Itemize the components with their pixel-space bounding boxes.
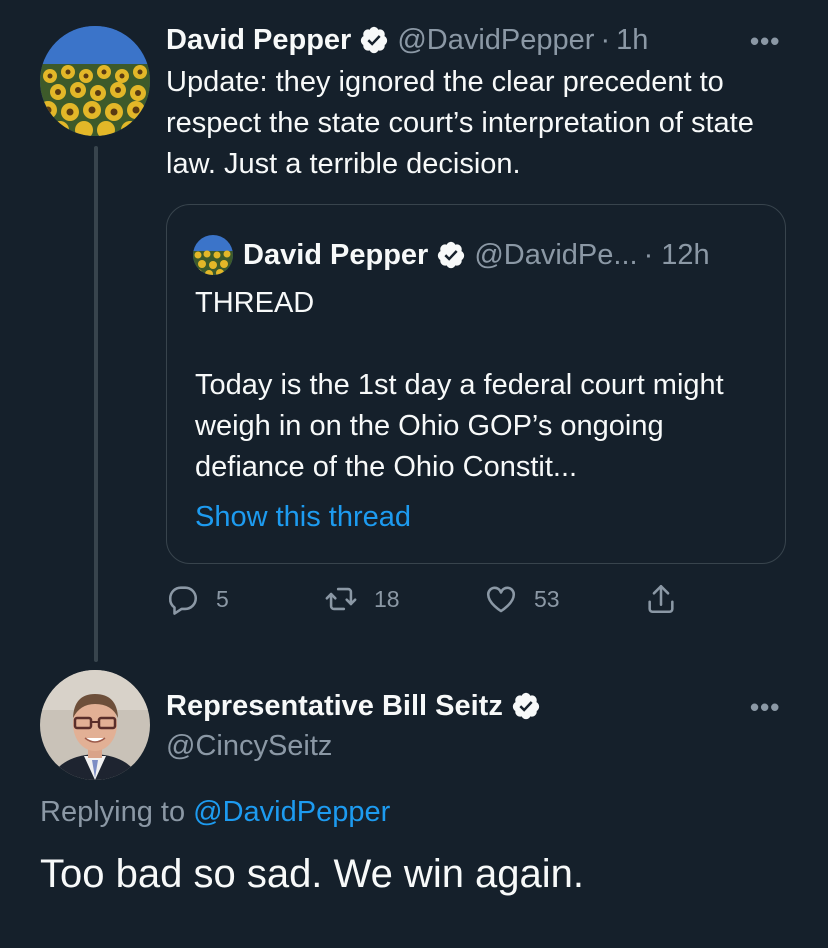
tweet-action-bar: 5 18 53 (166, 582, 726, 622)
reply-author-name[interactable]: Representative Bill Seitz (166, 690, 503, 723)
more-icon[interactable]: ••• (750, 692, 780, 723)
share-icon (648, 584, 674, 614)
retweet-count: 18 (374, 585, 400, 612)
author-avatar[interactable] (40, 26, 150, 136)
tweet-text: Update: they ignored the clear precedent… (166, 66, 754, 180)
quoted-tweet-body: Today is the 1st day a federal court mig… (195, 369, 724, 483)
reply-author-handle[interactable]: @CincySeitz (166, 730, 786, 763)
quoted-tweet-text: THREAD Today is the 1st day a federal co… (195, 283, 765, 488)
verified-badge-icon (436, 240, 466, 270)
quoted-tweet-header: David Pepper @DavidPe... · 12h (193, 235, 710, 275)
verified-badge-icon (511, 691, 541, 721)
quoted-author-name[interactable]: David Pepper (243, 239, 428, 272)
reply-tweet-header: Representative Bill Seitz @CincySeitz (166, 684, 786, 763)
author-handle[interactable]: @DavidPepper (397, 24, 594, 57)
separator-dot: · (600, 23, 611, 56)
like-button[interactable]: 53 (484, 582, 560, 616)
show-thread-link[interactable]: Show this thread (195, 501, 411, 534)
author-name[interactable]: David Pepper (166, 24, 351, 57)
quoted-tweet-first-line: THREAD (195, 287, 315, 319)
verified-badge-icon (359, 25, 389, 55)
reply-icon (168, 586, 197, 615)
thread-connector-line (94, 146, 98, 662)
replying-to-line: Replying to @DavidPepper (40, 796, 390, 829)
replying-prefix: Replying to (40, 796, 186, 828)
reply-author-avatar[interactable] (40, 670, 150, 780)
heart-icon (486, 586, 516, 613)
quoted-tweet-timestamp[interactable]: · 12h (644, 239, 710, 272)
quoted-tweet-card[interactable]: David Pepper @DavidPe... · 12h THREAD To… (166, 204, 786, 564)
reply-author-row: Representative Bill Seitz (166, 684, 786, 728)
tweet-header: David Pepper @DavidPepper · 1h (166, 18, 786, 62)
quoted-author-handle[interactable]: @DavidPe... (474, 239, 637, 272)
quoted-author-avatar (193, 235, 233, 275)
tweet-main[interactable]: David Pepper @DavidPepper · 1h Update: t… (166, 18, 786, 185)
retweet-button[interactable]: 18 (324, 582, 400, 616)
conversation-thread: David Pepper @DavidPepper · 1h Update: t… (0, 0, 828, 948)
reply-tweet-text: Too bad so sad. We win again. (40, 852, 585, 896)
more-icon[interactable]: ••• (750, 26, 780, 57)
reply-count: 5 (216, 585, 229, 612)
tweet-timestamp[interactable]: 1h (616, 24, 648, 57)
retweet-icon (325, 587, 357, 611)
reply-button[interactable]: 5 (166, 582, 229, 616)
share-button[interactable] (644, 582, 694, 616)
replying-to-mention[interactable]: @DavidPepper (193, 796, 390, 828)
like-count: 53 (534, 585, 560, 612)
